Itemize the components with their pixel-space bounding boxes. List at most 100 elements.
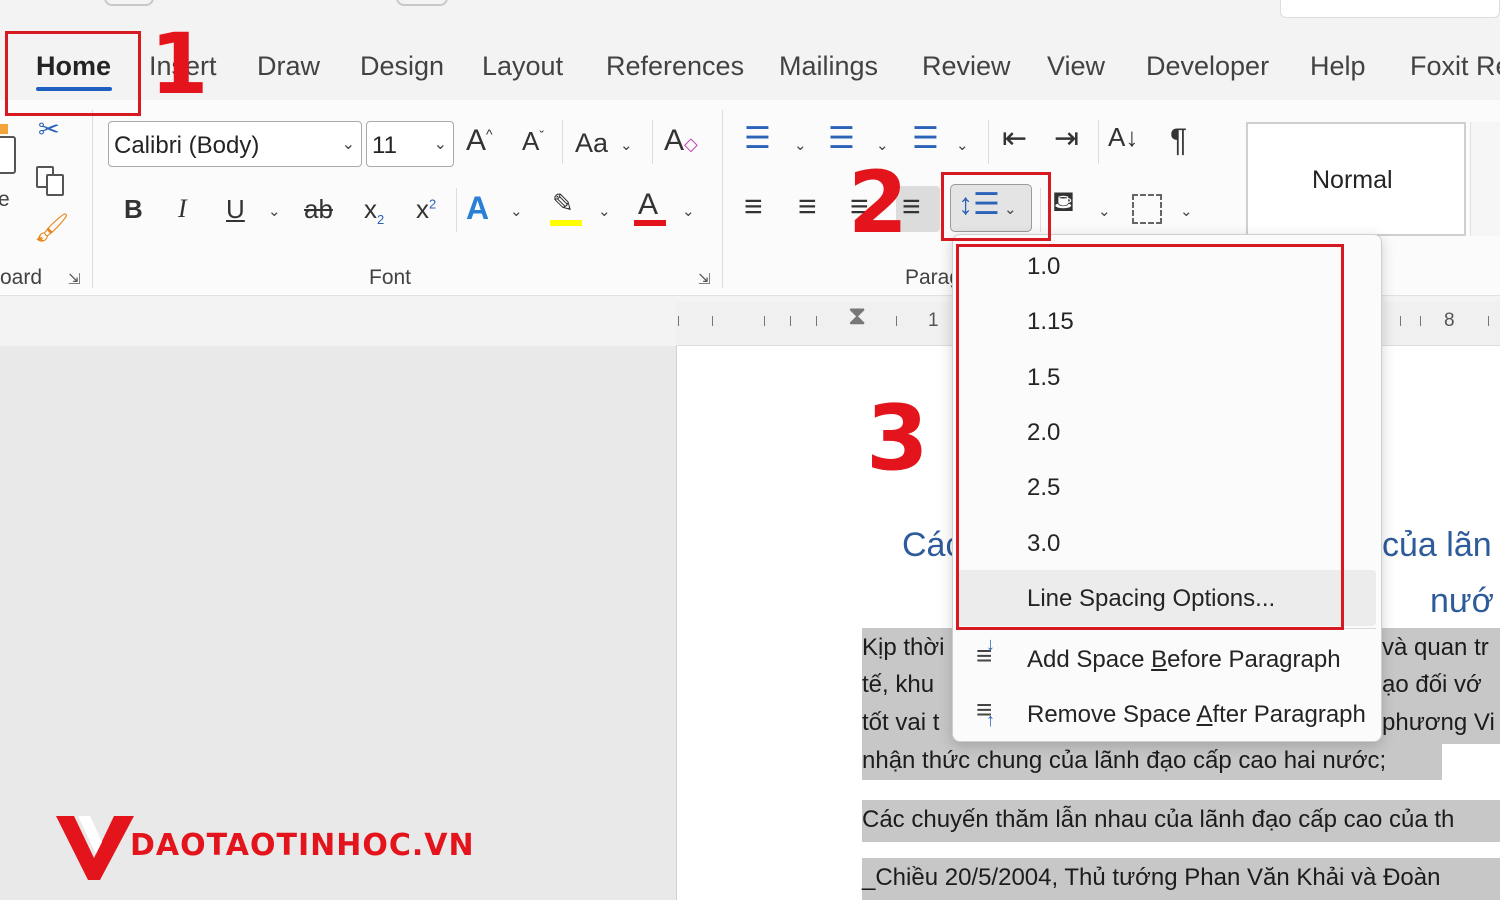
font-name-combobox[interactable]: Calibri (Body) ⌄ <box>108 121 362 167</box>
strikethrough-button[interactable]: ab <box>304 196 333 222</box>
superscript-button[interactable]: x2 <box>416 196 436 222</box>
ruler-number: 1 <box>928 310 939 331</box>
tab-help[interactable]: Help <box>1310 51 1366 82</box>
doc-line-right: ạo đối vớ <box>1382 671 1482 698</box>
doc-line-right: phương Vi <box>1382 709 1495 736</box>
subscript-button[interactable]: x2 <box>364 196 384 226</box>
chevron-down-icon[interactable]: ⌄ <box>1180 202 1193 220</box>
indent-marker-icon[interactable]: ⧗ <box>848 300 866 332</box>
paste-label: e <box>0 188 10 211</box>
chevron-down-icon[interactable]: ⌄ <box>682 202 695 220</box>
menu-text: efore Paragraph <box>1167 646 1341 673</box>
style-next-tile[interactable] <box>1470 122 1500 236</box>
group-separator <box>92 110 93 288</box>
quick-access-button[interactable] <box>396 0 448 6</box>
add-space-before-item[interactable]: Add Space Before Paragraph <box>1027 646 1341 674</box>
grow-font-icon[interactable]: A^ <box>466 126 493 156</box>
clear-formatting-icon[interactable]: A◇ <box>664 126 698 156</box>
tab-developer[interactable]: Developer <box>1146 51 1269 82</box>
font-color-icon[interactable]: A <box>638 190 658 220</box>
format-painter-icon[interactable]: 🖌 <box>34 214 70 242</box>
ruler-tick <box>1400 316 1401 326</box>
shrink-font-icon[interactable]: Aˇ <box>522 128 544 154</box>
unselected-gap <box>1442 744 1500 800</box>
chevron-down-icon[interactable]: ⌄ <box>510 202 523 220</box>
increase-indent-icon[interactable]: ⇥ <box>1054 124 1079 154</box>
underline-button[interactable]: U <box>226 196 245 222</box>
chevron-down-icon[interactable]: ⌄ <box>956 136 969 154</box>
ruler-tick <box>896 316 897 326</box>
cut-icon[interactable]: ✂ <box>38 116 60 142</box>
doc-line-left: tế, khu <box>862 671 935 698</box>
divider <box>652 120 653 164</box>
tab-view[interactable]: View <box>1047 51 1105 82</box>
remove-space-after-icon: ≡ ↑ <box>976 694 995 730</box>
tab-references[interactable]: References <box>606 51 744 82</box>
tab-design[interactable]: Design <box>360 51 444 82</box>
divider <box>1098 120 1099 164</box>
heading-line2-fragment: nướ <box>1430 582 1494 620</box>
menu-accesskey: B <box>1151 646 1168 673</box>
tab-draw[interactable]: Draw <box>257 51 320 82</box>
annotation-box-menu <box>956 244 1344 630</box>
shading-icon[interactable]: ⛾ <box>1052 188 1075 216</box>
doc-line: Các chuyến thăm lẫn nhau của lãnh đạo cấ… <box>862 806 1455 833</box>
text-effects-icon[interactable]: A <box>466 192 489 224</box>
decrease-indent-icon[interactable]: ⇤ <box>1002 124 1027 154</box>
align-left-icon[interactable]: ≡ <box>744 190 763 222</box>
add-space-before-icon: ↓ ≡ <box>976 634 995 671</box>
italic-button[interactable]: I <box>178 196 187 222</box>
step-number-1: 1 <box>150 15 209 113</box>
font-color-swatch <box>634 220 666 226</box>
divider <box>456 188 457 232</box>
chevron-down-icon[interactable]: ⌄ <box>598 202 611 220</box>
chevron-down-icon[interactable]: ⌄ <box>794 136 807 154</box>
sort-icon[interactable]: A↓ <box>1108 124 1138 150</box>
font-size-value: 11 <box>372 132 397 159</box>
tab-review[interactable]: Review <box>922 51 1011 82</box>
bold-button[interactable]: B <box>124 196 143 222</box>
chevron-down-icon[interactable]: ⌄ <box>1098 202 1111 220</box>
doc-line: nhận thức chung của lãnh đạo cấp cao hai… <box>862 747 1387 774</box>
bullets-icon[interactable]: ☰ <box>744 124 771 154</box>
chevron-down-icon: ⌄ <box>341 136 355 153</box>
tab-mailings[interactable]: Mailings <box>779 51 878 82</box>
font-launcher-icon[interactable]: ⇲ <box>698 270 711 288</box>
ruler-tick <box>1420 316 1421 326</box>
group-separator <box>722 110 723 288</box>
font-group-label: Font <box>369 266 412 289</box>
font-size-combobox[interactable]: 11 ⌄ <box>366 121 454 167</box>
chevron-down-icon[interactable]: ⌄ <box>268 202 281 220</box>
multilevel-list-icon[interactable]: ☰ <box>912 124 939 154</box>
chevron-down-icon[interactable]: ⌄ <box>620 136 633 154</box>
borders-icon[interactable] <box>1132 194 1162 224</box>
show-formatting-icon[interactable]: ¶ <box>1170 124 1187 156</box>
paste-clip-icon <box>0 124 8 134</box>
step-number-3: 3 <box>866 386 929 491</box>
numbering-icon[interactable]: ☰ <box>828 124 855 154</box>
ruler-tick <box>764 316 765 326</box>
logo-text: DAOTAOTINHOC.VN <box>130 828 475 863</box>
search-box[interactable] <box>1280 0 1500 18</box>
ribbon-tabs: Home Insert Draw Design Layout Reference… <box>0 18 1500 96</box>
remove-space-after-item[interactable]: Remove Space After Paragraph <box>1027 701 1366 729</box>
autosave-toggle[interactable] <box>104 0 154 6</box>
clipboard-launcher-icon[interactable]: ⇲ <box>68 270 81 288</box>
tab-layout[interactable]: Layout <box>482 51 563 82</box>
ruler-tick <box>790 316 791 326</box>
paste-icon[interactable] <box>0 136 16 174</box>
change-case-button[interactable]: Aa <box>575 130 608 157</box>
doc-line-right: và quan tr <box>1382 634 1489 661</box>
annotation-box-home <box>5 31 141 116</box>
align-center-icon[interactable]: ≡ <box>798 190 817 222</box>
divider <box>562 120 563 164</box>
highlight-icon[interactable]: ✎ <box>552 190 574 216</box>
font-name-value: Calibri (Body) <box>114 132 260 159</box>
ruler-number: 8 <box>1444 310 1455 331</box>
chevron-down-icon[interactable]: ⌄ <box>876 136 889 154</box>
heading-right-fragment: của lãn <box>1382 526 1492 564</box>
tab-foxit[interactable]: Foxit Re <box>1410 51 1500 82</box>
highlight-color-swatch <box>550 220 582 226</box>
doc-line-left: tốt vai t <box>862 709 940 736</box>
ruler-tick <box>678 316 679 326</box>
